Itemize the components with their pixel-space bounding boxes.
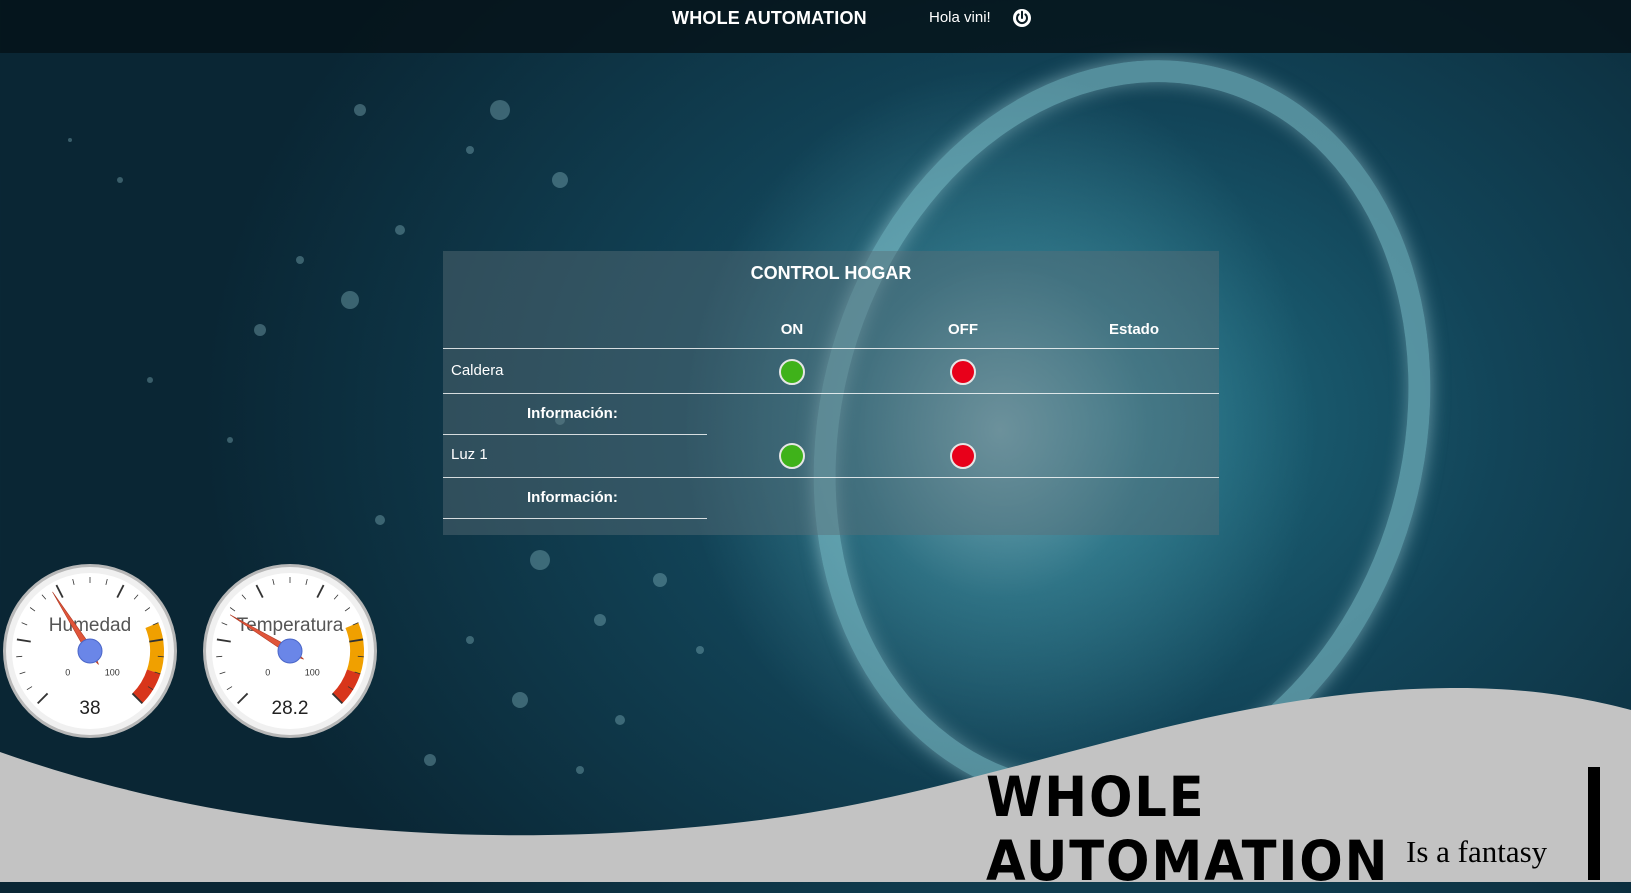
power-icon[interactable] [1012,8,1032,28]
gauge-needle-hub [278,639,302,663]
panel-title: CONTROL HOGAR [443,263,1219,284]
caldera-info-label: Información: [527,405,618,422]
gauge-needle-hub [78,639,102,663]
gauge-max-label: 100 [305,667,320,677]
luz-1-info-label: Información: [527,489,618,506]
divider [443,477,1219,478]
brand-title[interactable]: WHOLE AUTOMATION [672,8,867,29]
control-panel: CONTROL HOGAR ON OFF Estado Caldera Info… [443,251,1219,535]
divider [443,518,707,519]
gauge-label: Temperatura [237,615,344,636]
top-navbar: WHOLE AUTOMATION Hola vini! [0,0,1631,53]
luz-1-on-button[interactable] [779,443,805,469]
divider [443,393,1219,394]
caldera-on-button[interactable] [779,359,805,385]
luz-1-off-button[interactable] [950,443,976,469]
gauge-max-label: 100 [105,667,120,677]
column-header-off: OFF [948,321,978,338]
device-name-luz-1: Luz 1 [451,446,488,463]
column-header-on: ON [781,321,804,338]
divider [443,434,707,435]
column-header-status: Estado [1109,321,1159,338]
divider [443,348,1219,349]
gauge-min-label: 0 [265,667,270,677]
user-greeting: Hola vini! [929,9,991,26]
footer-logo-title: WHOLE AUTOMATION [986,765,1586,893]
footer-logo-subtitle: Is a fantasy [1406,834,1547,870]
gauge-min-label: 0 [65,667,70,677]
device-name-caldera: Caldera [451,362,504,379]
gauge-label: Humedad [49,615,131,636]
caldera-off-button[interactable] [950,359,976,385]
footer-logo-bar [1588,767,1600,880]
